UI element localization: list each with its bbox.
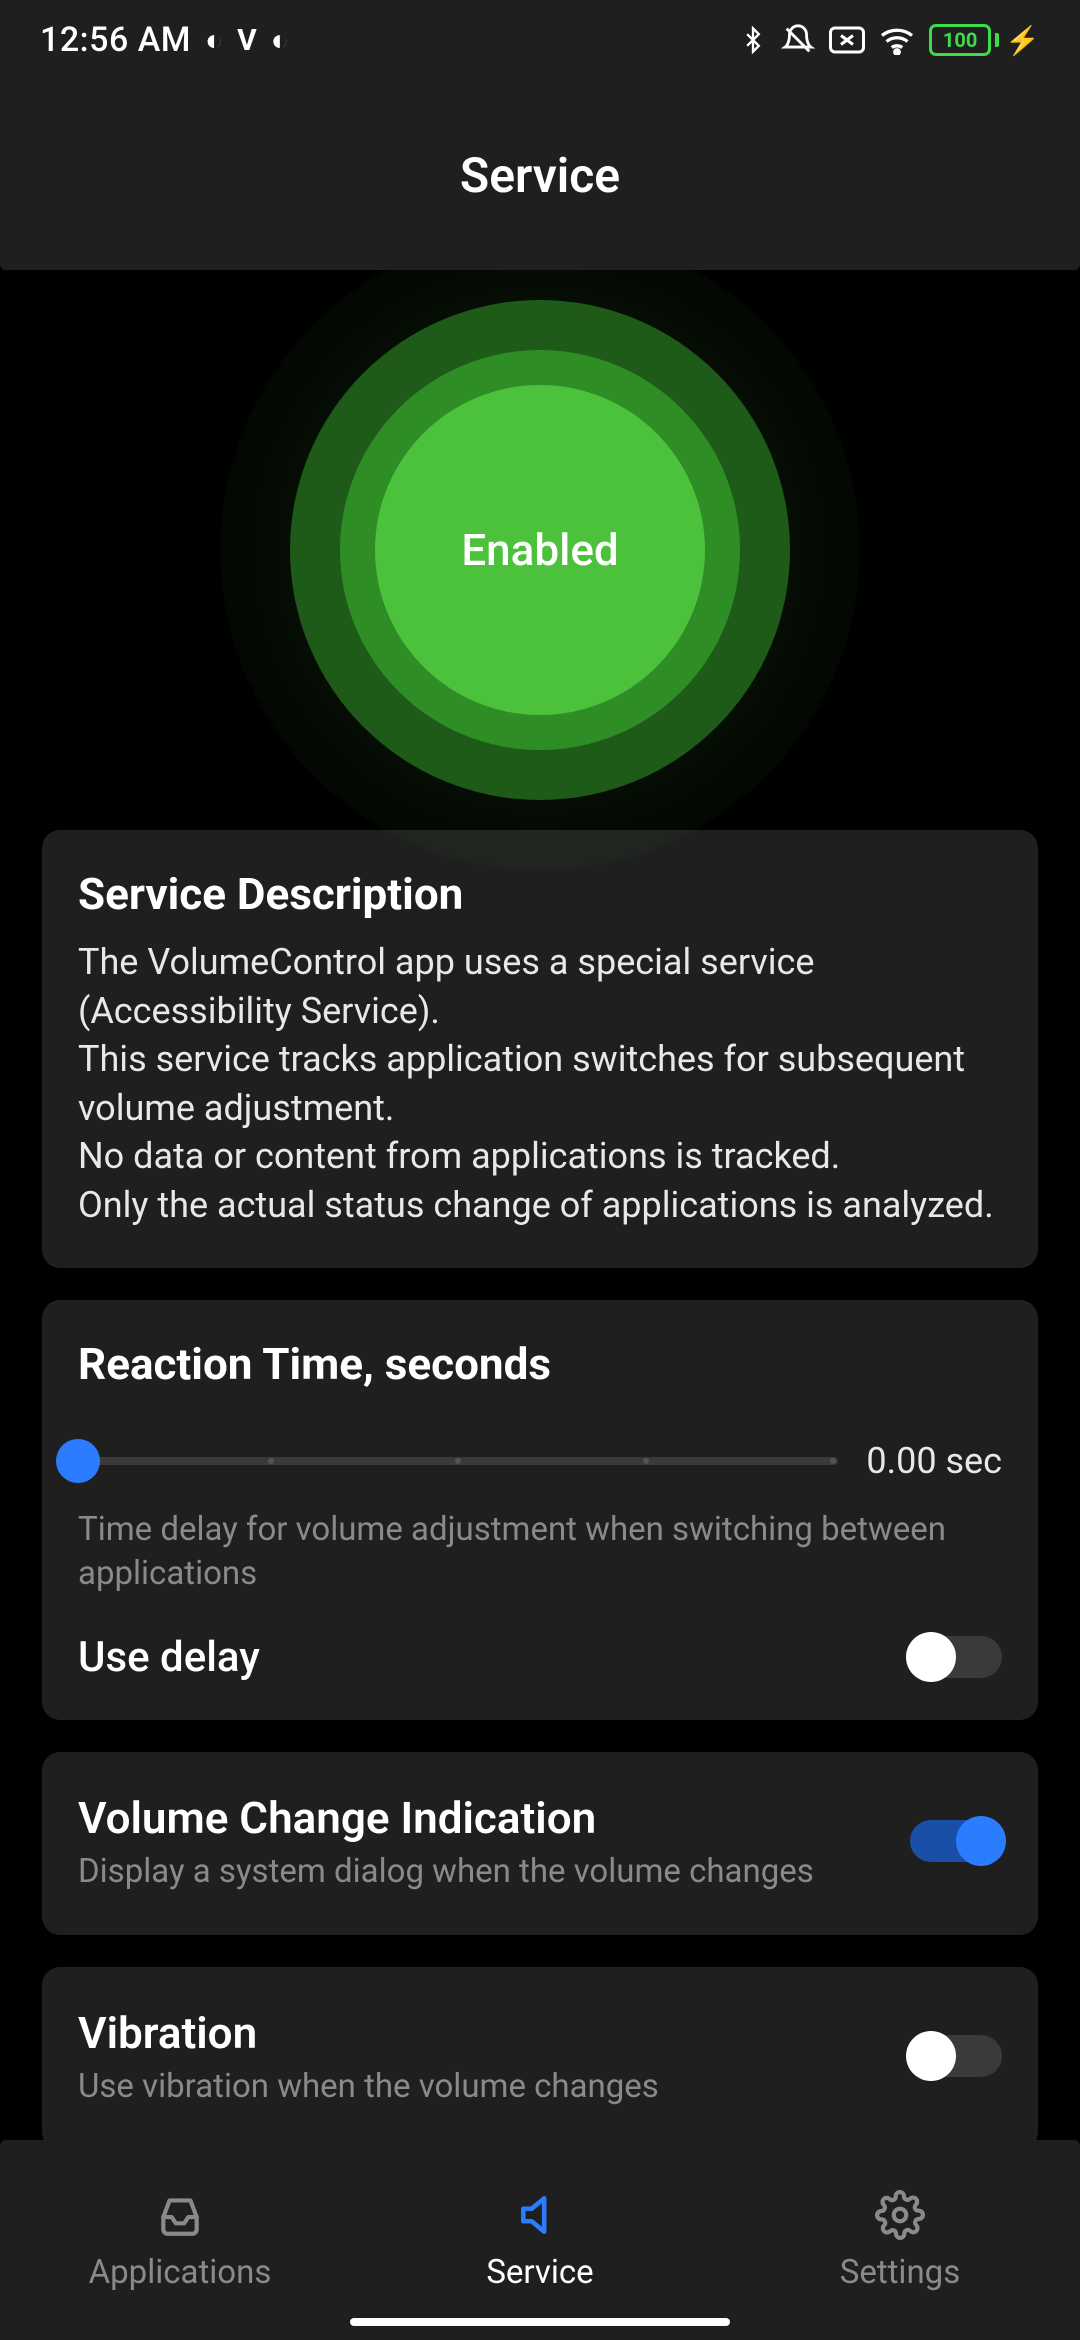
wifi-icon [879,25,915,55]
home-indicator[interactable] [350,2318,730,2326]
reaction-time-description: Time delay for volume adjustment when sw… [78,1508,1002,1597]
slider-thumb[interactable] [56,1439,100,1483]
reaction-time-value: 0.00 sec [866,1440,1002,1482]
service-description-title: Service Description [78,868,1002,920]
volume-indication-title: Volume Change Indication [78,1792,890,1844]
nav-settings-label: Settings [840,2253,961,2292]
bluetooth-icon [739,23,767,57]
header: Service [0,80,1080,270]
vibration-sub: Use vibration when the volume changes [78,2067,890,2106]
service-description-card: Service Description The VolumeControl ap… [42,830,1038,1268]
page-title: Service [460,147,620,204]
status-notification-icons: ◐ V ◐ [205,23,289,58]
speaker-icon [514,2189,566,2241]
battery-icon: 100 ⚡ [929,24,1040,57]
use-delay-label: Use delay [78,1633,260,1682]
notification-v-icon: V [237,23,257,58]
service-description-body: The VolumeControl app uses a special ser… [78,938,1002,1230]
volume-indication-card[interactable]: Volume Change Indication Display a syste… [42,1752,1038,1935]
service-status-orb[interactable]: Enabled [0,270,1080,830]
charging-icon: ⚡ [1005,24,1040,57]
vibration-title: Vibration [78,2007,890,2059]
mute-icon [781,23,815,57]
status-time: 12:56 AM [40,20,191,60]
nav-service-label: Service [486,2253,593,2292]
screen-icon [829,26,865,54]
volume-indication-sub: Display a system dialog when the volume … [78,1852,890,1891]
use-delay-toggle[interactable] [910,1636,1002,1678]
bottom-nav: Applications Service Settings [0,2140,1080,2340]
nav-service[interactable]: Service [360,2189,720,2292]
inbox-icon [154,2189,206,2241]
status-bar: 12:56 AM ◐ V ◐ 100 ⚡ [0,0,1080,80]
gear-icon [874,2189,926,2241]
nav-settings[interactable]: Settings [720,2189,1080,2292]
reaction-time-card: Reaction Time, seconds 0.00 sec Time del… [42,1300,1038,1720]
nav-applications[interactable]: Applications [0,2189,360,2292]
battery-level: 100 [929,24,991,56]
notification-dot-icon: ◐ [205,23,223,58]
reaction-time-slider[interactable] [78,1457,838,1465]
vibration-toggle[interactable] [910,2035,1002,2077]
volume-indication-toggle[interactable] [910,1820,1002,1862]
service-status-label: Enabled [461,524,618,576]
vibration-card[interactable]: Vibration Use vibration when the volume … [42,1967,1038,2140]
nav-applications-label: Applications [89,2253,272,2292]
reaction-time-title: Reaction Time, seconds [78,1338,1002,1390]
notification-dot2-icon: ◐ [271,23,289,58]
